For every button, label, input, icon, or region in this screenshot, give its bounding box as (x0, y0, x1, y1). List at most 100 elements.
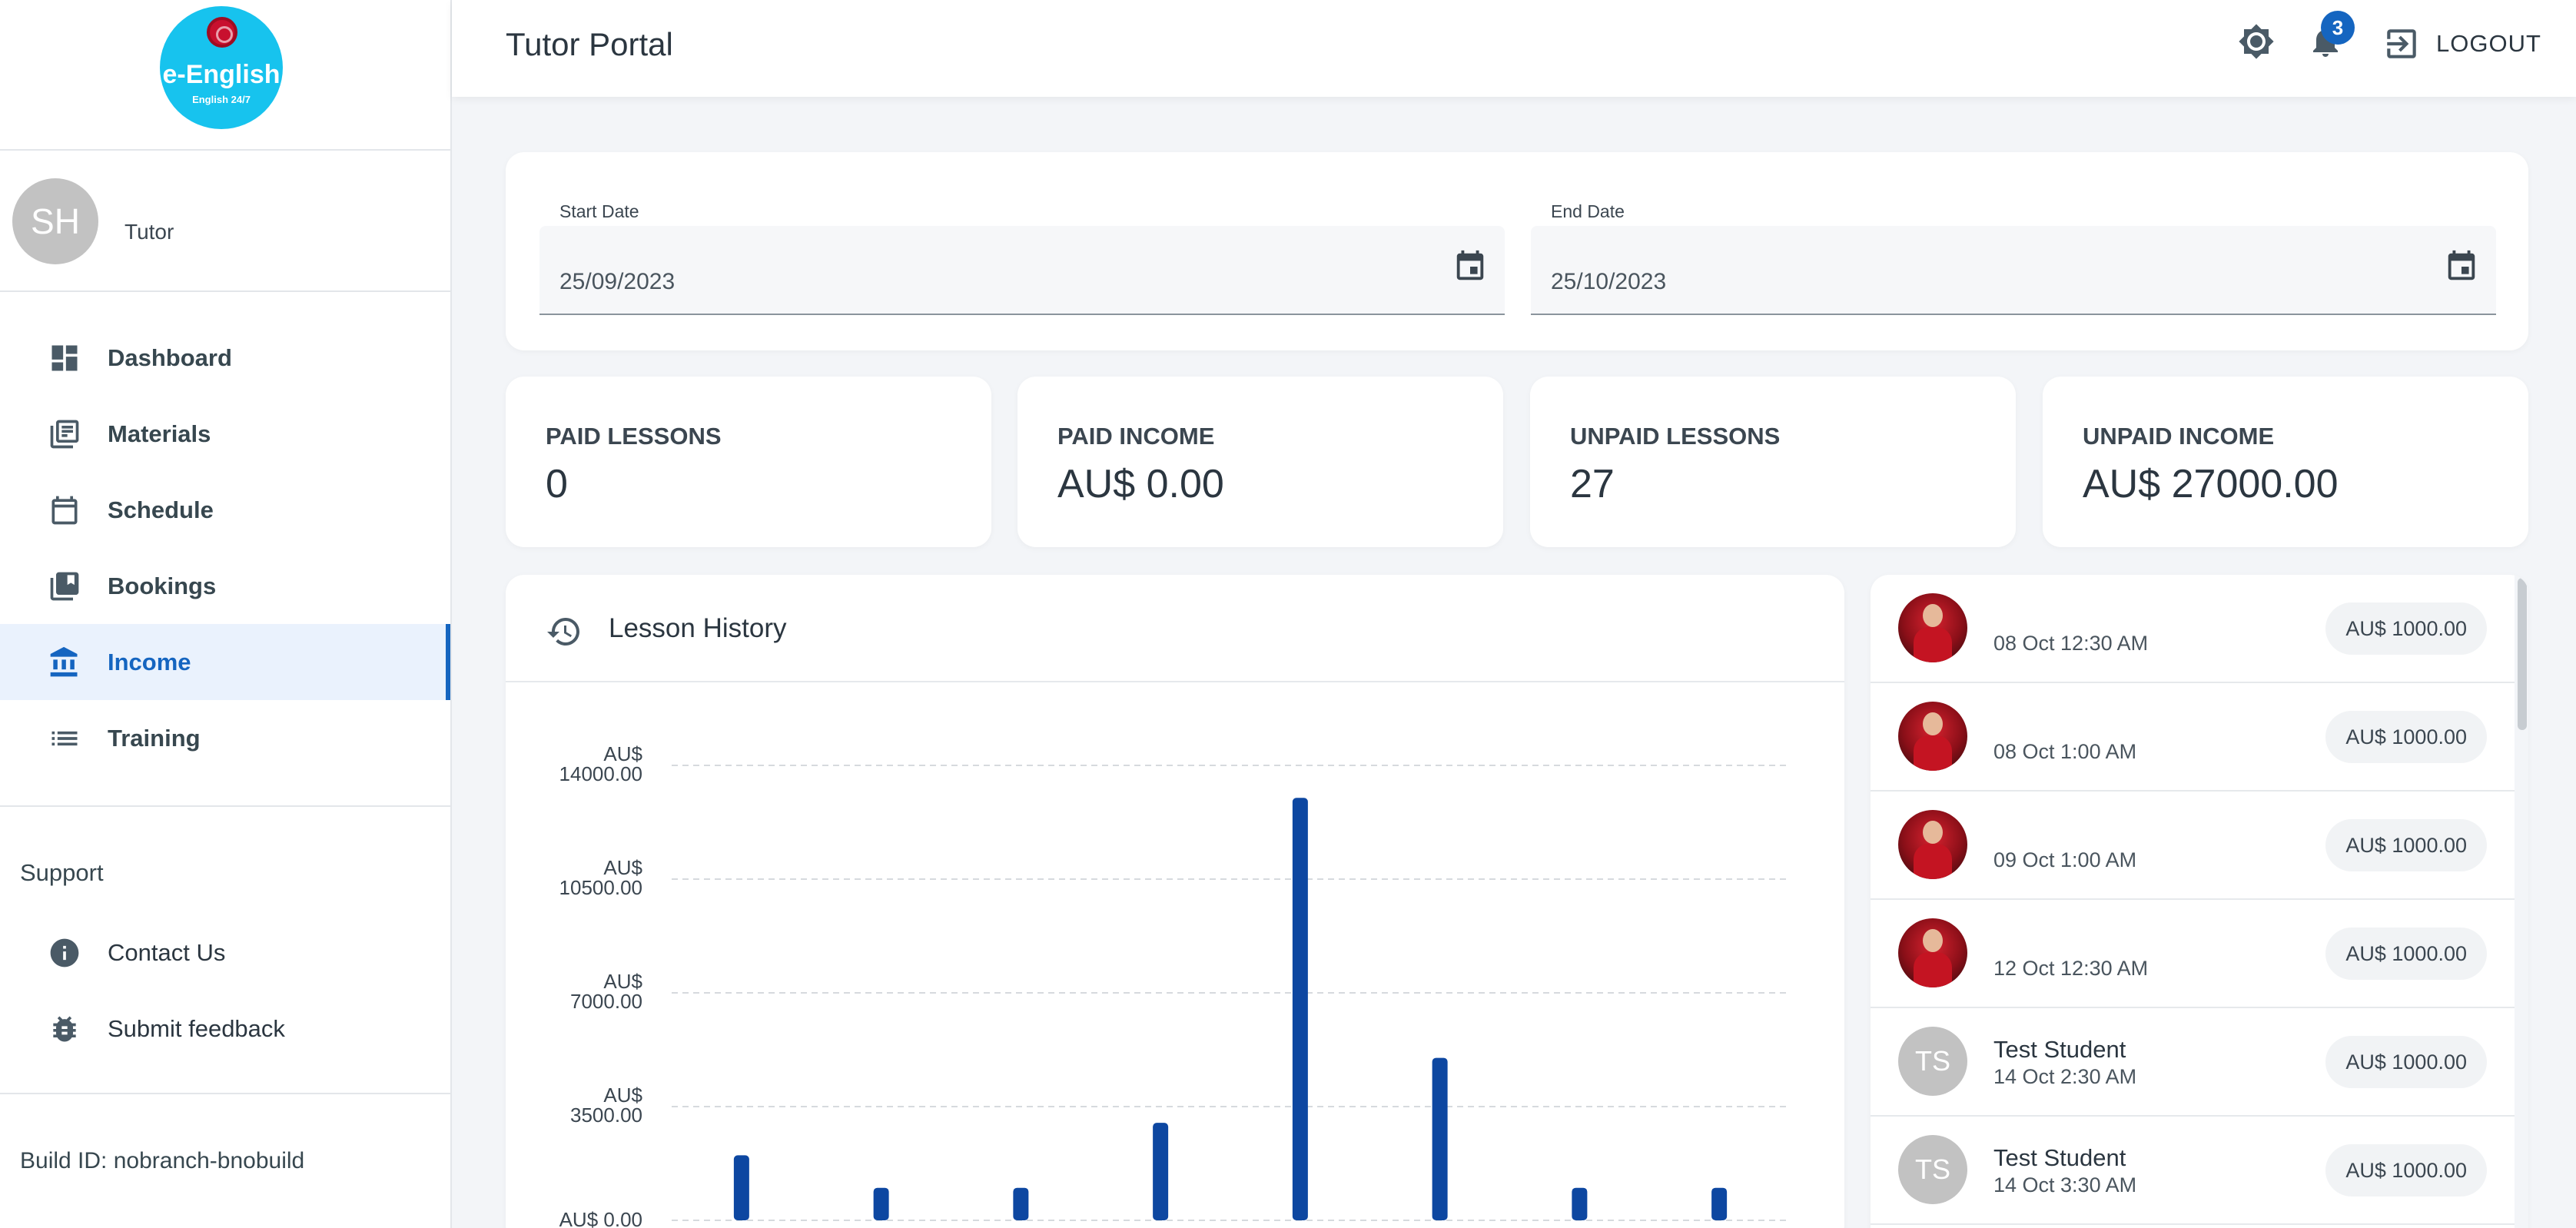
chart-bar (873, 1187, 889, 1220)
logo-area: e-English English 24/7 (0, 0, 450, 151)
stat-value: AU$ 27000.00 (2083, 462, 2339, 506)
calendar-icon (51, 496, 78, 524)
end-date-value: 25/10/2023 (1551, 269, 1667, 294)
end-date-label: End Date (1551, 201, 1625, 221)
submit-feedback-label: Submit feedback (108, 1014, 285, 1042)
list-item[interactable]: 09 Oct 1:00 AM AU$ 1000.00 (1871, 792, 2515, 900)
stat-card-paid-lessons: PAID LESSONS 0 (506, 377, 991, 547)
list-item[interactable]: TS Test Student 14 Oct 3:30 AM AU$ 1000.00 (1871, 1117, 2515, 1225)
list-item[interactable]: 08 Oct 1:00 AM AU$ 1000.00 (1871, 683, 2515, 792)
library-books-icon (50, 420, 79, 448)
bookmarks-icon (50, 572, 79, 600)
bug-icon (53, 1016, 76, 1041)
avatar: SH (12, 178, 98, 264)
y-tick-label: 7000.00 (570, 990, 642, 1013)
sidebar-item-schedule[interactable]: Schedule (0, 472, 450, 548)
amount-chip: AU$ 1000.00 (2325, 711, 2487, 763)
support-heading: Support (20, 859, 104, 886)
app-logo[interactable]: e-English English 24/7 (160, 6, 283, 129)
sidebar-item-dashboard[interactable]: Dashboard (0, 320, 450, 396)
sidebar-item-label: Materials (108, 420, 211, 447)
student-name: Test Student (1993, 1144, 2126, 1171)
avatar (1898, 810, 1967, 879)
lesson-time: 14 Oct 3:30 AM (1993, 1173, 2137, 1196)
scrollbar-thumb[interactable] (2518, 578, 2527, 730)
logo-name: e-English (162, 60, 281, 89)
start-date-label: Start Date (559, 201, 639, 221)
amount-chip: AU$ 1000.00 (2325, 602, 2487, 655)
chart-bar (1153, 1123, 1169, 1220)
sidebar-item-income[interactable]: Income (0, 624, 450, 700)
support-list: Contact Us Submit feedback (0, 914, 450, 1067)
info-icon (50, 938, 79, 967)
y-tick-label: 3500.00 (570, 1104, 642, 1127)
chart-bar (1572, 1187, 1588, 1220)
brightness-icon (2239, 24, 2274, 59)
start-date-value: 25/09/2023 (559, 269, 676, 294)
logout-button[interactable]: LOGOUT (2382, 25, 2541, 63)
y-tick-label: 14000.00 (559, 762, 642, 785)
calendar-icon[interactable] (2444, 249, 2479, 284)
lesson-time: 12 Oct 12:30 AM (1993, 957, 2149, 980)
start-date-field[interactable]: 25/09/2023 (539, 226, 1505, 315)
stat-label: PAID INCOME (1057, 423, 1215, 450)
settings-button[interactable] (2238, 23, 2275, 64)
submit-feedback-link[interactable]: Submit feedback (0, 991, 450, 1067)
stat-label: UNPAID INCOME (2083, 423, 2275, 450)
bank-icon (50, 646, 78, 676)
lesson-time: 09 Oct 1:00 AM (1993, 848, 2137, 871)
sidebar-item-label: Income (108, 648, 191, 675)
globe-icon (207, 17, 237, 48)
stat-value: 27 (1570, 462, 1615, 506)
divider (0, 1093, 450, 1094)
y-tick-label: 10500.00 (559, 876, 642, 899)
chart-bar (1711, 1187, 1728, 1220)
stat-card-unpaid-lessons: UNPAID LESSONS 27 (1530, 377, 2016, 547)
calendar-icon[interactable] (1452, 249, 1488, 284)
chart-bar (1292, 798, 1308, 1220)
sidebar-item-label: Training (108, 724, 201, 752)
logo-tagline: English 24/7 (192, 94, 251, 105)
chart-bar (1432, 1057, 1448, 1220)
list-item[interactable]: 12 Oct 12:30 AM AU$ 1000.00 (1871, 900, 2515, 1008)
sidebar-item-label: Schedule (108, 496, 214, 523)
avatar (1898, 702, 1967, 771)
notification-badge: 3 (2321, 11, 2355, 45)
stat-label: PAID LESSONS (546, 423, 722, 450)
amount-chip: AU$ 1000.00 (2325, 1144, 2487, 1196)
end-date-field[interactable]: 25/10/2023 (1531, 226, 2496, 315)
lesson-history-header: Lesson History (506, 575, 1844, 682)
avatar: TS (1898, 1027, 1967, 1096)
stat-card-unpaid-income: UNPAID INCOME AU$ 27000.00 (2043, 377, 2528, 547)
amount-chip: AU$ 1000.00 (2325, 928, 2487, 980)
date-filter-card: Start Date 25/09/2023 End Date 25/10/202… (506, 152, 2528, 350)
avatar: TS (1898, 1135, 1967, 1204)
amount-chip: AU$ 1000.00 (2325, 819, 2487, 871)
contact-us-link[interactable]: Contact Us (0, 914, 450, 991)
user-role: Tutor (124, 220, 174, 244)
top-header: Tutor Portal 3 LOGOUT (452, 0, 2576, 97)
stat-value: 0 (546, 462, 568, 506)
logout-icon (2387, 29, 2416, 58)
user-profile: SH Tutor (0, 151, 450, 292)
sidebar-item-bookings[interactable]: Bookings (0, 548, 450, 624)
main-nav: Dashboard Materials Schedule Bookings In… (0, 292, 450, 807)
y-tick-label: AU$ 0.00 (559, 1208, 642, 1228)
build-id: Build ID: nobranch-bnobuild (20, 1148, 305, 1173)
amount-chip: AU$ 1000.00 (2325, 1036, 2487, 1088)
list-item[interactable]: 08 Oct 12:30 AM AU$ 1000.00 (1871, 575, 2515, 683)
sidebar-item-training[interactable]: Training (0, 700, 450, 776)
student-name: Test Student (1993, 1036, 2126, 1063)
lesson-time: 14 Oct 2:30 AM (1993, 1065, 2137, 1088)
stat-label: UNPAID LESSONS (1570, 423, 1781, 450)
history-icon (547, 618, 579, 646)
lesson-time: 08 Oct 1:00 AM (1993, 740, 2137, 763)
list-item[interactable]: TS Test Student 14 Oct 2:30 AM AU$ 1000.00 (1871, 1008, 2515, 1117)
list-icon (51, 731, 78, 745)
lesson-history-card: Lesson History AU$ 0.00 AU$ 3500.00 AU$ 7000… (506, 575, 1844, 1228)
sidebar-item-label: Bookings (108, 572, 217, 599)
notifications-button[interactable]: 3 (2307, 11, 2355, 64)
sidebar-item-materials[interactable]: Materials (0, 396, 450, 472)
contact-us-label: Contact Us (108, 938, 226, 966)
lesson-history-chart: AU$ 0.00AU$3500.00AU$7000.00AU$10500.00A… (559, 742, 1789, 1228)
